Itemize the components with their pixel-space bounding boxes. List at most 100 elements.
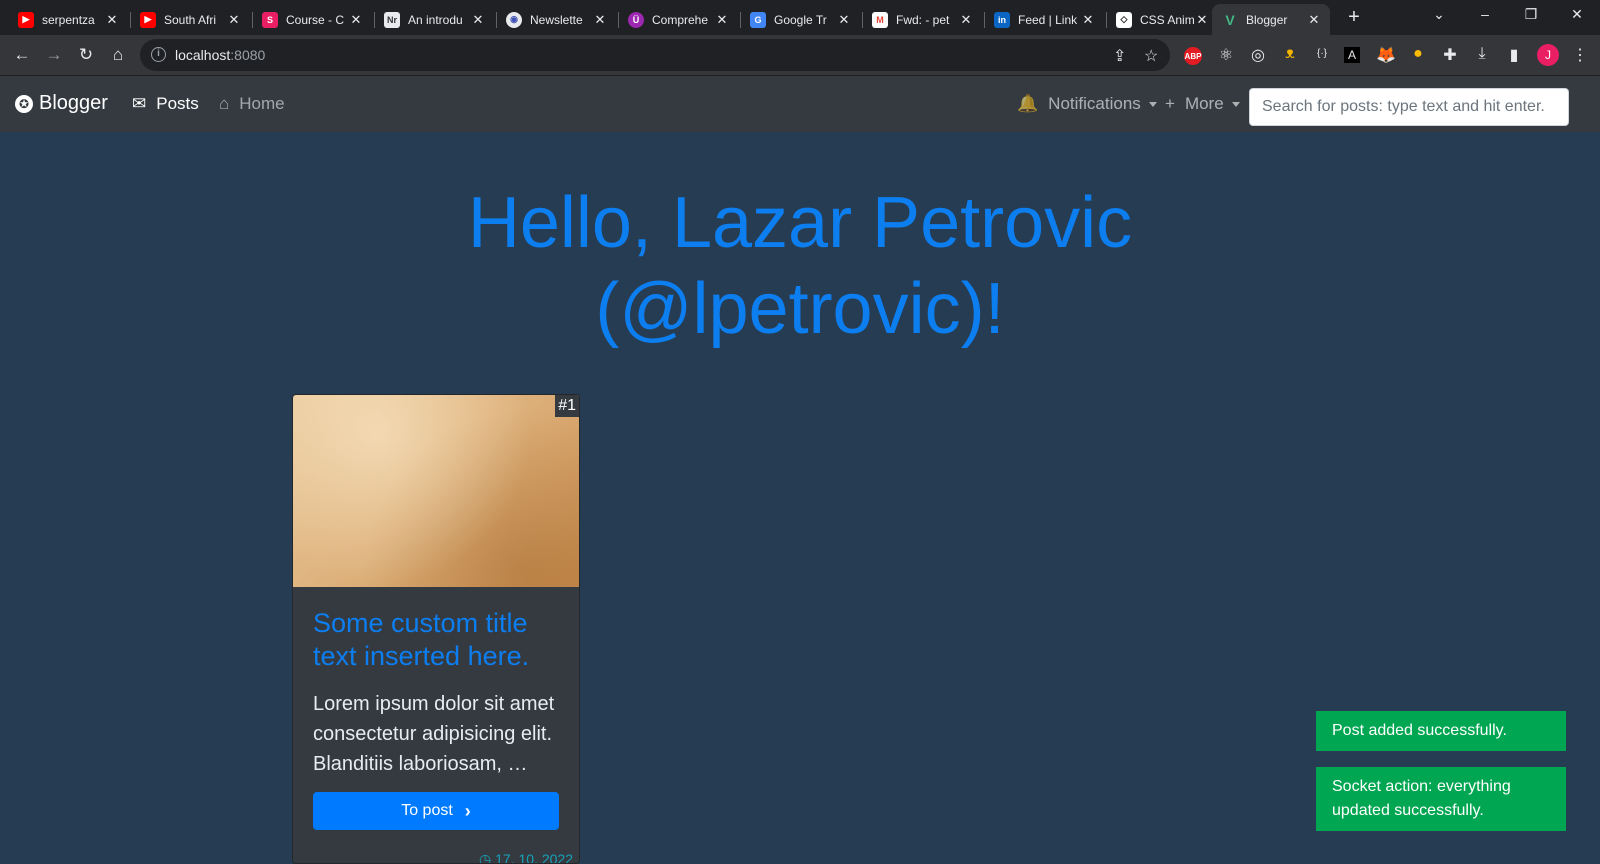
post-excerpt: Lorem ipsum dolor sit amet consectetur a… [313, 693, 555, 775]
brand-logo-icon: ✪ [15, 94, 33, 113]
home-icon[interactable]: ⌂ [106, 43, 130, 67]
caret-down-icon [1231, 101, 1240, 107]
share-icon[interactable]: ⇪ [1113, 46, 1126, 66]
notifications-label: Notifications [1048, 94, 1141, 113]
tab-title: Blogger [1246, 12, 1288, 27]
download-icon[interactable]: ⤓ [1472, 45, 1492, 63]
close-tab-icon[interactable]: ✕ [1194, 12, 1210, 28]
search-input[interactable] [1249, 88, 1569, 126]
extensions-puzzle-icon[interactable]: ✚ [1440, 45, 1460, 65]
vue-icon: V [1225, 11, 1235, 28]
greeting-heading: Hello, Lazar Petrovic (@lpetrovic)! [0, 180, 1600, 352]
adblock-icon[interactable]: ABP [1184, 47, 1202, 65]
brand-name: Blogger [39, 92, 108, 114]
close-window-icon[interactable]: ✕ [1562, 6, 1592, 23]
extension-dots-icon[interactable]: ● [1408, 45, 1428, 63]
browser-tab[interactable]: G Google Tr ✕ [740, 4, 860, 35]
browser-tab-active[interactable]: V Blogger ✕ [1212, 4, 1330, 35]
plus-icon: + [1165, 94, 1175, 113]
clock-icon: ◷ [479, 851, 496, 864]
react-devtools-icon[interactable]: ⚛ [1216, 45, 1236, 65]
chrome-menu-icon[interactable]: ⋮ [1570, 45, 1590, 65]
url-host: localhost [175, 47, 231, 63]
nav-home-link[interactable]: ⌂ Home [219, 94, 285, 114]
close-tab-icon[interactable]: ✕ [592, 12, 608, 28]
metamask-icon[interactable]: 🦊 [1376, 45, 1396, 65]
tab-title: CSS Anim [1140, 12, 1194, 27]
browser-tab[interactable]: Nr An introdu ✕ [374, 4, 494, 35]
browser-tab[interactable]: M Fwd: - pet ✕ [862, 4, 982, 35]
greeting-line-2: (@lpetrovic)! [595, 269, 1005, 349]
browser-tab[interactable]: ▶ South Afri ✕ [130, 4, 250, 35]
browser-tab[interactable]: ▶ serpentza ✕ [8, 4, 128, 35]
tab-search-icon[interactable]: ⌄ [1424, 6, 1454, 23]
course-icon: S [262, 11, 278, 28]
toast-notification[interactable]: Post added successfully. [1316, 711, 1566, 751]
extension-target-icon[interactable]: ◎ [1248, 45, 1268, 65]
new-tab-icon[interactable]: + [1342, 6, 1366, 29]
tab-title: An introdu [408, 12, 463, 27]
side-panel-icon[interactable]: ▮ [1504, 45, 1524, 65]
tab-title: serpentza [42, 12, 95, 27]
mail-bulk-icon: ✉ [132, 94, 147, 113]
linkedin-icon: in [994, 11, 1010, 28]
youtube-icon: ▶ [18, 11, 34, 28]
close-tab-icon[interactable]: ✕ [714, 12, 730, 28]
minimize-icon[interactable]: – [1470, 6, 1500, 22]
tab-title: Fwd: - pet [896, 12, 950, 27]
tab-title: Google Tr [774, 12, 827, 27]
tab-title: Newslette [530, 12, 583, 27]
brand-link[interactable]: ✪ Blogger [15, 92, 108, 115]
reload-icon[interactable]: ↻ [74, 43, 98, 67]
app-navbar: ✪ Blogger ✉ Posts ⌂ Home 🔔 Notifications… [0, 75, 1600, 132]
nr-icon: Nr [384, 11, 400, 28]
nav-posts-link[interactable]: ✉ Posts [132, 94, 199, 114]
greeting-line-1: Hello, Lazar Petrovic [467, 183, 1133, 263]
restore-icon[interactable]: ❐ [1516, 6, 1546, 23]
home-icon: ⌂ [219, 94, 230, 113]
toast-notification[interactable]: Socket action: everything updated succes… [1316, 767, 1566, 831]
tab-title: Comprehe [652, 12, 709, 27]
address-bar[interactable]: i localhost:8080 ⇪ ☆ [140, 39, 1170, 71]
back-icon[interactable]: ← [10, 43, 34, 67]
nav-posts-label: Posts [156, 94, 199, 113]
close-tab-icon[interactable]: ✕ [348, 12, 364, 28]
browser-tab[interactable]: in Feed | Link ✕ [984, 4, 1104, 35]
close-tab-icon[interactable]: ✕ [226, 12, 242, 28]
close-tab-icon[interactable]: ✕ [104, 12, 120, 28]
extension-owl-icon[interactable]: ᴥ [1280, 45, 1300, 63]
newsletter-icon: ◉ [506, 11, 522, 28]
extension-a-icon[interactable]: A [1344, 47, 1360, 63]
to-post-label: To post [401, 802, 453, 819]
tab-title: South Afri [164, 12, 217, 27]
close-tab-icon[interactable]: ✕ [1080, 12, 1096, 28]
post-title: Some custom title text inserted here. [313, 608, 530, 671]
chevron-right-icon: › [464, 800, 471, 821]
nav-home-label: Home [239, 94, 285, 113]
gmail-icon: M [872, 11, 888, 28]
url-port: :8080 [230, 47, 266, 63]
more-label: More [1184, 94, 1224, 113]
browser-tab[interactable]: Ü Comprehe ✕ [618, 4, 738, 35]
browser-tab[interactable]: ◉ Newslette ✕ [496, 4, 616, 35]
post-card: #1 Some custom title text inserted here.… [292, 394, 580, 864]
browser-toolbar: ← → ↻ ⌂ i localhost:8080 ⇪ ☆ ABP ⚛ ◎ ᴥ {… [0, 35, 1600, 75]
site-info-icon[interactable]: i [151, 47, 166, 62]
forward-icon[interactable]: → [42, 43, 66, 67]
post-image [293, 395, 579, 587]
post-number-badge: #1 [555, 395, 579, 417]
close-tab-icon[interactable]: ✕ [836, 12, 852, 28]
close-tab-icon[interactable]: ✕ [1306, 12, 1322, 28]
notifications-dropdown[interactable]: 🔔 Notifications [1017, 94, 1157, 114]
profile-avatar[interactable]: J [1537, 44, 1559, 66]
to-post-button[interactable]: To post › [313, 792, 559, 830]
browser-tab[interactable]: S Course - C ✕ [252, 4, 372, 35]
tab-title: Feed | Link [1018, 12, 1078, 27]
extension-braces-icon[interactable]: {·} [1312, 48, 1332, 59]
more-dropdown[interactable]: + More [1165, 94, 1240, 114]
browser-tab[interactable]: ◇ CSS Anim ✕ [1106, 4, 1218, 35]
close-tab-icon[interactable]: ✕ [470, 12, 486, 28]
caret-down-icon [1148, 101, 1157, 107]
close-tab-icon[interactable]: ✕ [958, 12, 974, 28]
bookmark-star-icon[interactable]: ☆ [1144, 46, 1158, 66]
